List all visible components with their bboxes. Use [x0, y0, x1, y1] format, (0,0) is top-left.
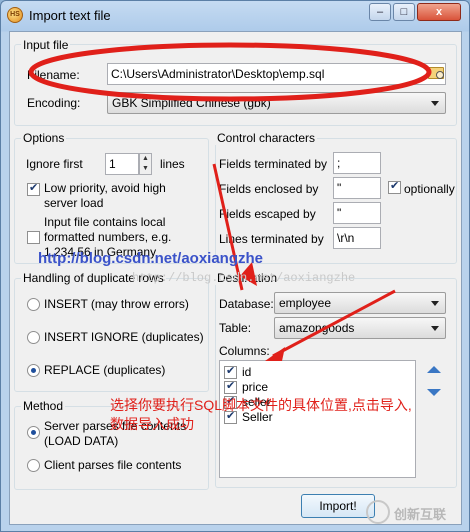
annotation-arrow-head-2: [265, 347, 285, 361]
annotation-arrow-head: [240, 262, 257, 286]
site-logo: 创新互联: [366, 497, 462, 527]
annotation-text-line2: 数据导入成功: [110, 416, 194, 432]
annotation-arrow-line-2: [272, 289, 396, 358]
highlight-ellipse: [28, 42, 432, 102]
logo-icon: [366, 500, 390, 524]
annotation-arrow-line: [212, 163, 244, 291]
annotation-overlay: [28, 42, 432, 361]
logo-text: 创新互联: [394, 507, 447, 522]
annotation-text-line1: 选择你要执行SQL脚本文件的具体位置,点击导入,: [110, 397, 412, 413]
